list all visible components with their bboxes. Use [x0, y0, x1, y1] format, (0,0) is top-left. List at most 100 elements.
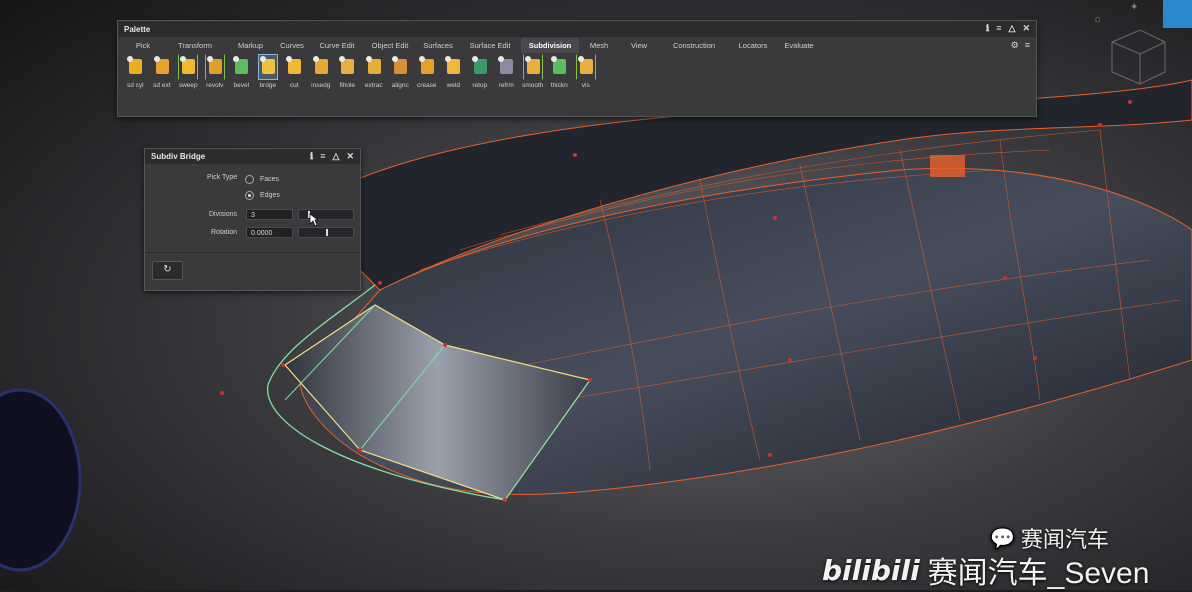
tool-label: fihole — [339, 82, 356, 89]
tool-label: refrm — [498, 82, 514, 89]
insert-edge-icon[interactable] — [311, 54, 331, 80]
rotation-field[interactable]: 0.0000 — [246, 227, 293, 238]
tool-extrac[interactable]: extrac — [361, 54, 388, 89]
bridge-icon[interactable] — [257, 54, 278, 80]
sweep-icon[interactable] — [178, 54, 199, 80]
extract-icon[interactable] — [364, 54, 384, 80]
tool-brdge[interactable]: brdge — [255, 54, 282, 89]
tab-subdivision[interactable]: Subdivision — [521, 37, 579, 53]
tool-label: alignc — [391, 82, 409, 89]
smooth-icon[interactable] — [522, 54, 543, 80]
fill-hole-icon[interactable] — [337, 54, 357, 80]
tab-curves[interactable]: Curves — [273, 38, 311, 53]
tool-crease[interactable]: crease — [414, 54, 441, 89]
menu-icon[interactable]: ≡ — [320, 151, 325, 162]
collapse-icon[interactable]: △ — [1009, 23, 1016, 34]
tabs-menu-icon[interactable]: ≡ — [1025, 40, 1030, 51]
rotation-slider[interactable] — [298, 227, 354, 238]
pick-type-label: Pick Type — [207, 174, 238, 181]
tool-label: vis — [581, 82, 590, 89]
retopology-icon[interactable] — [470, 54, 490, 80]
tab-pick[interactable]: Pick — [124, 38, 162, 53]
edges-option-label: Edges — [260, 192, 280, 199]
tool-label: sd cyl — [126, 82, 144, 89]
tool-fihole[interactable]: fihole — [334, 54, 361, 89]
tool-sd ext[interactable]: sd ext — [149, 54, 176, 89]
home-icon[interactable]: ⌂ — [1095, 14, 1101, 25]
tool-label: retop — [472, 82, 488, 89]
visibility-icon-badge — [577, 56, 584, 62]
revolve-icon[interactable] — [204, 54, 225, 80]
tool-vis[interactable]: vis — [573, 54, 600, 89]
tool-refrm[interactable]: refrm — [493, 54, 520, 89]
divisions-slider[interactable] — [298, 209, 354, 220]
menu-icon[interactable]: ≡ — [996, 23, 1001, 34]
tool-insedg[interactable]: insedg — [308, 54, 335, 89]
faces-radio[interactable] — [245, 175, 254, 184]
tool-weld[interactable]: weld — [440, 54, 467, 89]
tab-mesh[interactable]: Mesh — [579, 38, 619, 53]
tab-view[interactable]: View — [619, 38, 659, 53]
tool-sd cyl[interactable]: sd cyl — [122, 54, 149, 89]
tab-object-edit[interactable]: Object Edit — [363, 38, 417, 53]
subdiv-extrude-icon-badge — [153, 56, 160, 62]
subdiv-cylinder-icon[interactable] — [125, 54, 145, 80]
tool-sweep[interactable]: sweep — [175, 54, 202, 89]
tool-label: extrac — [364, 82, 383, 89]
tool-revolv[interactable]: revolv — [202, 54, 229, 89]
tab-curve-edit[interactable]: Curve Edit — [311, 38, 363, 53]
visibility-icon[interactable] — [575, 54, 596, 80]
tool-label: weld — [446, 82, 460, 89]
settings-icon[interactable]: ⚙ — [1011, 40, 1019, 51]
weld-icon[interactable] — [443, 54, 463, 80]
tool-smooth[interactable]: smooth — [520, 54, 547, 89]
tool-label: crease — [416, 82, 437, 89]
palette-tabs: Pick Transform Markup Curves Curve Edit Objec… — [118, 37, 1036, 53]
reset-button[interactable]: ↻ — [152, 261, 183, 280]
palette-title: Palette — [124, 24, 151, 34]
bridge-divider — [145, 252, 360, 253]
edges-radio[interactable] — [245, 191, 254, 200]
reset-icon: ↻ — [163, 264, 172, 275]
reform-icon[interactable] — [496, 54, 516, 80]
rotation-slider-thumb[interactable] — [326, 229, 328, 236]
revolve-icon-badge — [206, 56, 213, 62]
bilibili-logo: bilibili — [822, 553, 920, 587]
divisions-field[interactable]: 3 — [246, 209, 293, 220]
tool-label: sweep — [178, 82, 198, 89]
subdiv-extrude-icon[interactable] — [152, 54, 172, 80]
smooth-icon-badge — [524, 56, 531, 62]
thicken-icon[interactable] — [549, 54, 569, 80]
mouse-cursor-icon — [309, 213, 319, 227]
crease-icon-badge — [418, 56, 425, 62]
tab-transform[interactable]: Transform — [162, 38, 228, 53]
tool-alignc[interactable]: alignc — [387, 54, 414, 89]
tab-markup[interactable]: Markup — [228, 38, 273, 53]
collapse-icon[interactable]: △ — [333, 151, 340, 162]
cut-icon[interactable] — [284, 54, 304, 80]
tab-construction[interactable]: Construction — [659, 38, 729, 53]
tool-bevel[interactable]: bevel — [228, 54, 255, 89]
tool-retop[interactable]: retop — [467, 54, 494, 89]
faces-option-label: Faces — [260, 176, 280, 183]
tab-locators[interactable]: Locators — [729, 38, 777, 53]
close-icon[interactable]: ✕ — [1022, 23, 1030, 34]
palette-title-bar[interactable]: Palette ℹ ≡ △ ✕ — [118, 21, 1036, 37]
divisions-label: Divisions — [209, 211, 238, 218]
bevel-icon[interactable] — [231, 54, 251, 80]
tab-evaluate[interactable]: Evaluate — [777, 38, 821, 53]
tab-surface-edit[interactable]: Surface Edit — [459, 38, 521, 53]
tool-thickn[interactable]: thickn — [546, 54, 573, 89]
crease-icon[interactable] — [417, 54, 437, 80]
bridge-title-bar[interactable]: Subdiv Bridge ℹ ≡ △ ✕ — [145, 149, 360, 164]
info-icon[interactable]: ℹ — [986, 23, 989, 34]
align-icon[interactable] — [390, 54, 410, 80]
blue-edge-bar — [1163, 0, 1192, 28]
tab-surfaces[interactable]: Surfaces — [417, 38, 459, 53]
tool-cut[interactable]: cut — [281, 54, 308, 89]
tool-label: bevel — [233, 82, 250, 89]
info-icon[interactable]: ℹ — [310, 151, 313, 162]
close-icon[interactable]: ✕ — [346, 151, 354, 162]
pin-icon[interactable]: ✦ — [1130, 2, 1138, 13]
palette-tool-row: sd cyl sd ext sweep revolv bevel brdge cut inse… — [118, 53, 1036, 89]
